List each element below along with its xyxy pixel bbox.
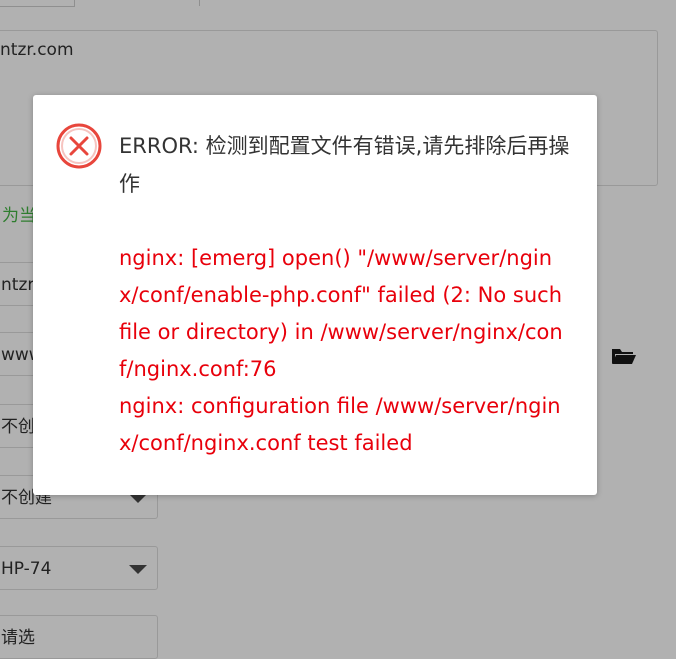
hint-text: 为当: [2, 206, 36, 226]
error-message: nginx: [emerg] open() "/www/server/nginx…: [119, 240, 567, 462]
error-line: nginx: [emerg] open() "/www/server/nginx…: [119, 246, 563, 381]
category-select-value: 请选: [1, 628, 35, 648]
domain-textarea-text: ntzr.com: [0, 40, 74, 60]
dialog-title: ERROR: 检测到配置文件有错误,请先排除后再操作: [119, 134, 570, 196]
error-dialog: ERROR: 检测到配置文件有错误,请先排除后再操作 nginx: [emerg…: [33, 95, 597, 495]
error-circle-x-icon: [56, 123, 102, 169]
tab-bar: [0, 0, 676, 7]
php-version-select[interactable]: HP-74: [0, 546, 158, 590]
tab-1[interactable]: [0, 0, 75, 7]
php-version-value: HP-74: [1, 559, 52, 579]
chevron-down-icon: [129, 494, 147, 503]
folder-open-icon[interactable]: [611, 346, 637, 366]
chevron-down-icon: [129, 565, 147, 574]
category-select[interactable]: 请选: [0, 615, 158, 659]
error-line: nginx: configuration file /www/server/ng…: [119, 394, 561, 455]
tab-2[interactable]: [75, 0, 200, 6]
